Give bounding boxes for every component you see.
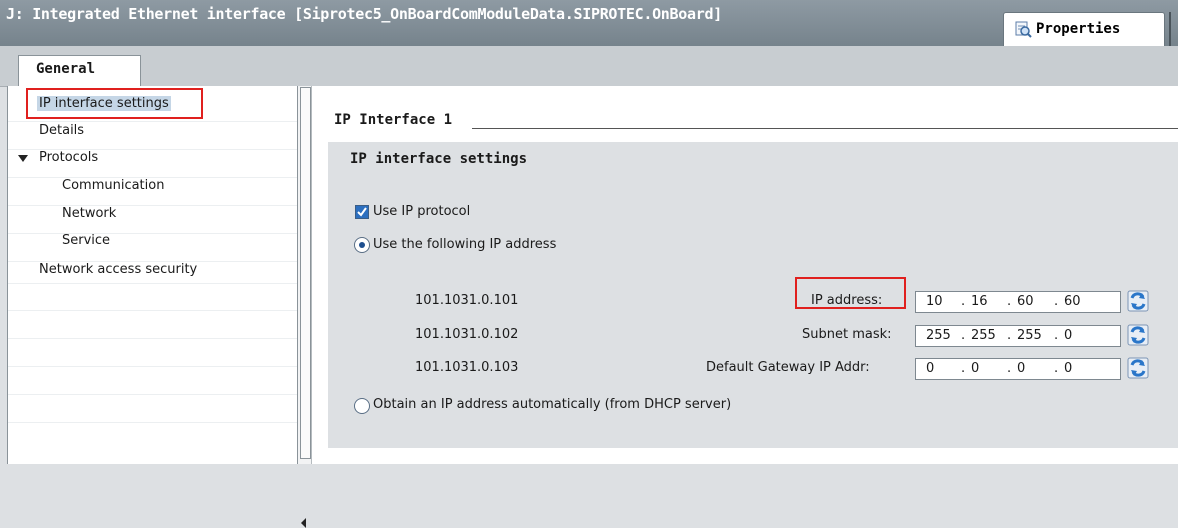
ip-settings-group: IP interface settings Use IP protocol Us… bbox=[328, 142, 1178, 448]
nav-item-protocols[interactable]: Protocols bbox=[39, 150, 98, 165]
refresh-icon[interactable] bbox=[1127, 290, 1149, 312]
radio-dot bbox=[359, 242, 365, 248]
use-following-ip-radio[interactable] bbox=[354, 237, 370, 253]
subnet-mask-label: Subnet mask: bbox=[802, 327, 892, 342]
nav-item-communication[interactable]: Communication bbox=[62, 178, 164, 193]
tab-strip: General bbox=[0, 46, 1178, 87]
tab-general-label: General bbox=[36, 61, 96, 77]
highlight-frame-ip-address bbox=[795, 277, 906, 309]
window-edge bbox=[1169, 12, 1171, 46]
nav-scrollbar[interactable] bbox=[297, 86, 312, 528]
octet: 60 bbox=[1017, 294, 1034, 309]
octet-dot: . bbox=[961, 361, 966, 376]
nav-divider bbox=[8, 233, 297, 234]
nav-divider bbox=[8, 338, 297, 339]
octet: 0 bbox=[926, 361, 935, 376]
octet: 60 bbox=[1064, 294, 1081, 309]
nav-item-network[interactable]: Network bbox=[62, 206, 116, 221]
octet-dot: . bbox=[961, 294, 966, 309]
use-following-ip-label: Use the following IP address bbox=[373, 237, 557, 252]
nav-divider bbox=[8, 121, 297, 122]
octet: 16 bbox=[971, 294, 988, 309]
subnet-mask-input[interactable]: 255 . 255 . 255 . 0 bbox=[915, 325, 1121, 347]
scrollbar-thumb[interactable] bbox=[300, 87, 311, 459]
ip-address-input[interactable]: 10 . 16 . 60 . 60 bbox=[915, 291, 1121, 313]
subnet-mask-param-id: 101.1031.0.102 bbox=[415, 327, 519, 342]
collapse-arrow-icon[interactable] bbox=[301, 518, 306, 528]
gateway-input[interactable]: 0 . 0 . 0 . 0 bbox=[915, 358, 1121, 380]
octet-dot: . bbox=[1007, 294, 1012, 309]
nav-item-details[interactable]: Details bbox=[39, 123, 84, 138]
refresh-icon[interactable] bbox=[1127, 324, 1149, 346]
section-title: IP Interface 1 bbox=[334, 112, 453, 128]
properties-tab-label: Properties bbox=[1036, 21, 1121, 37]
octet: 10 bbox=[926, 294, 943, 309]
use-ip-protocol-label: Use IP protocol bbox=[373, 204, 471, 219]
expand-triangle-icon[interactable] bbox=[18, 155, 28, 163]
octet-dot: . bbox=[1054, 294, 1059, 309]
properties-content: IP Interface 1 IP interface settings Use… bbox=[312, 86, 1178, 464]
nav-divider bbox=[8, 283, 297, 284]
magnifier-icon bbox=[1015, 21, 1032, 38]
octet-dot: . bbox=[1054, 328, 1059, 343]
octet-dot: . bbox=[1007, 328, 1012, 343]
octet: 0 bbox=[1017, 361, 1026, 376]
group-title: IP interface settings bbox=[350, 151, 528, 167]
checkmark-icon bbox=[357, 207, 367, 217]
octet-dot: . bbox=[961, 328, 966, 343]
nav-divider bbox=[8, 422, 297, 423]
octet: 0 bbox=[971, 361, 980, 376]
octet: 255 bbox=[971, 328, 996, 343]
nav-divider bbox=[8, 310, 297, 311]
octet-dot: . bbox=[1054, 361, 1059, 376]
title-bar: J: Integrated Ethernet interface [Siprot… bbox=[0, 0, 1178, 47]
octet: 0 bbox=[1064, 361, 1073, 376]
octet-dot: . bbox=[1007, 361, 1012, 376]
section-rule bbox=[472, 128, 1178, 129]
nav-divider bbox=[8, 366, 297, 367]
use-ip-protocol-checkbox[interactable] bbox=[355, 205, 369, 219]
nav-item-service[interactable]: Service bbox=[62, 233, 110, 248]
gateway-param-id: 101.1031.0.103 bbox=[415, 360, 519, 375]
nav-item-network-access-security[interactable]: Network access security bbox=[39, 262, 197, 277]
octet: 255 bbox=[926, 328, 951, 343]
nav-divider bbox=[8, 394, 297, 395]
octet: 0 bbox=[1064, 328, 1073, 343]
highlight-frame-nav bbox=[26, 88, 203, 119]
nav-divider bbox=[8, 205, 297, 206]
refresh-icon[interactable] bbox=[1127, 357, 1149, 379]
tab-general[interactable]: General bbox=[18, 55, 141, 86]
obtain-dhcp-label: Obtain an IP address automatically (from… bbox=[373, 397, 732, 412]
ip-address-param-id: 101.1031.0.101 bbox=[415, 293, 519, 308]
window-title: J: Integrated Ethernet interface [Siprot… bbox=[6, 5, 722, 23]
octet: 255 bbox=[1017, 328, 1042, 343]
gateway-label: Default Gateway IP Addr: bbox=[706, 360, 870, 375]
settings-nav: IP interface settings Details Protocols … bbox=[7, 86, 297, 464]
obtain-dhcp-radio[interactable] bbox=[354, 398, 370, 414]
properties-tab[interactable]: Properties bbox=[1003, 12, 1165, 46]
